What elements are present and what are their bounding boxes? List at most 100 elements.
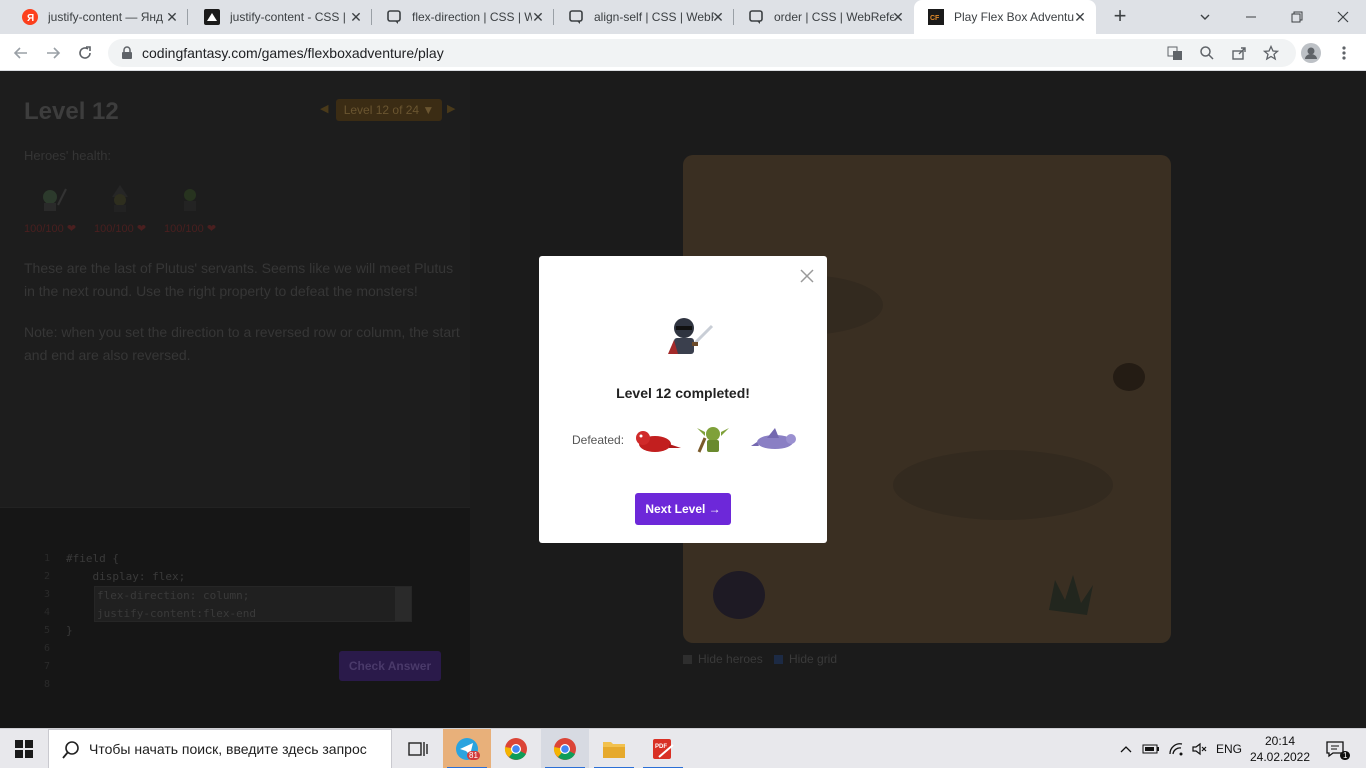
tab-flexbox-adventure[interactable]: CF Play Flex Box Adventu ✕ [914, 0, 1096, 34]
tab-strip: Я justify-content — Янд ✕ justify-conten… [0, 0, 1366, 34]
code-prefix: #field { display: flex; [66, 552, 186, 583]
minimize-icon[interactable] [1228, 0, 1274, 34]
prev-level-icon[interactable]: ◀ [320, 102, 328, 115]
hide-grid-label: Hide grid [789, 652, 838, 666]
volume-muted-icon[interactable] [1188, 729, 1210, 768]
lock-icon [122, 46, 132, 59]
new-tab-button[interactable]: + [1108, 5, 1132, 29]
search-icon [62, 741, 79, 759]
telegram-badge: 81 [467, 751, 480, 760]
reload-icon[interactable] [72, 40, 98, 66]
hide-grid-checkbox[interactable] [774, 654, 783, 664]
tab-label: justify-content — Янд [48, 10, 163, 24]
address-bar[interactable]: codingfantasy.com/games/flexboxadventure… [108, 39, 1296, 67]
close-icon[interactable]: ✕ [710, 9, 726, 25]
chrome-icon[interactable] [492, 729, 540, 768]
level-note: Note: when you set the direction to a re… [24, 324, 460, 363]
file-explorer-icon[interactable] [590, 729, 638, 768]
profile-avatar-icon[interactable] [1298, 40, 1324, 66]
tab-order[interactable]: order | CSS | WebRefe ✕ [734, 0, 914, 34]
next-level-icon[interactable]: ▶ [447, 102, 455, 115]
close-icon[interactable]: ✕ [164, 9, 180, 25]
level-select[interactable]: Level 12 of 24 ▼ [336, 99, 442, 121]
defeated-label: Defeated: [572, 433, 625, 447]
code-suffix: } [66, 624, 73, 637]
menu-kebab-icon[interactable] [1331, 40, 1357, 66]
close-icon[interactable]: ✕ [530, 9, 546, 25]
css-editor: 12 34 56 78 #field { display: flex; flex… [0, 507, 470, 728]
tab-label: order | CSS | WebRefe [774, 10, 894, 24]
next-level-button[interactable]: Next Level → [635, 493, 731, 525]
code-input[interactable]: flex-direction: column; justify-content:… [94, 586, 412, 622]
tab-label: align-self | CSS | WebR [594, 10, 714, 24]
close-icon[interactable]: ✕ [1072, 9, 1088, 25]
hero-health: 100/100 ❤ [164, 223, 217, 235]
chrome-active-icon[interactable] [541, 729, 589, 768]
windows-start-icon[interactable] [0, 729, 48, 768]
level-title: Level 12 [24, 98, 119, 125]
forward-icon[interactable] [40, 40, 66, 66]
check-answer-button[interactable]: Check Answer [339, 651, 441, 681]
level-description: These are the last of Plutus' servants. … [24, 260, 454, 299]
tab-flex-direction[interactable]: flex-direction | CSS | W ✕ [372, 0, 554, 34]
svg-text:Я: Я [27, 13, 34, 24]
level-panel: Level 12 ◀ Level 12 of 24 ▼ ▶ Heroes' he… [0, 71, 470, 507]
wifi-icon[interactable] [1165, 729, 1187, 768]
pdf-editor-icon[interactable]: PDF [639, 729, 687, 768]
hide-heroes-label: Hide heroes [698, 652, 763, 666]
notification-center-icon[interactable]: 1 [1318, 729, 1352, 768]
back-icon[interactable] [8, 40, 34, 66]
svg-text:CF: CF [930, 15, 940, 22]
close-icon[interactable]: ✕ [890, 9, 906, 25]
browser-toolbar: codingfantasy.com/games/flexboxadventure… [0, 34, 1366, 71]
window-close-icon[interactable] [1320, 0, 1366, 34]
hero-health: 100/100 ❤ [24, 223, 77, 235]
red-lizard-icon [636, 431, 681, 452]
url-text: codingfantasy.com/games/flexboxadventure… [142, 45, 444, 61]
tab-search-icon[interactable] [1182, 0, 1228, 34]
clock-time: 20:14 [1264, 734, 1296, 748]
tray-expand-icon[interactable] [1116, 729, 1136, 768]
restore-icon[interactable] [1274, 0, 1320, 34]
webref-icon [568, 9, 584, 25]
line-numbers: 12 34 56 78 [44, 553, 51, 690]
health-label: Heroes' health: [24, 148, 112, 163]
goblin-icon [697, 427, 729, 453]
clock-date: 24.02.2022 [1249, 750, 1311, 764]
task-view-icon[interactable] [394, 729, 442, 768]
yandex-icon: Я [22, 9, 38, 25]
battery-icon[interactable] [1140, 729, 1162, 768]
modal-title: Level 12 completed! [616, 385, 750, 401]
close-icon[interactable]: ✕ [348, 9, 364, 25]
hero-health: 100/100 ❤ [94, 223, 147, 235]
telegram-icon[interactable]: 81 [443, 729, 491, 768]
hero-mage-icon [112, 185, 128, 212]
webref-icon [386, 9, 402, 25]
taskbar-search[interactable]: Чтобы начать поиск, введите здесь запрос [48, 729, 392, 768]
codingfantasy-icon: CF [928, 9, 944, 25]
hero-archer-icon [184, 189, 196, 211]
zoom-icon[interactable] [1198, 44, 1216, 62]
language-indicator[interactable]: ENG [1212, 729, 1246, 768]
hide-heroes-checkbox[interactable] [683, 654, 692, 664]
code-scrollbar[interactable] [395, 587, 411, 621]
notification-badge: 1 [1340, 751, 1351, 760]
share-icon[interactable] [1230, 44, 1248, 62]
bookmark-star-icon[interactable] [1262, 44, 1280, 62]
purple-dragon-icon [751, 428, 796, 449]
search-placeholder: Чтобы начать поиск, введите здесь запрос [89, 741, 367, 757]
clock[interactable]: 20:14 24.02.2022 [1248, 733, 1312, 765]
modal-close-icon[interactable] [799, 268, 815, 284]
mdn-icon [204, 9, 220, 25]
hero-knight-icon [43, 188, 67, 211]
tab-yandex[interactable]: Я justify-content — Янд ✕ [8, 0, 188, 34]
code-input-text: flex-direction: column; justify-content:… [97, 589, 256, 620]
hide-heroes-option[interactable]: Hide heroes [683, 652, 763, 666]
knight-hero-icon [668, 318, 714, 354]
tab-mdn[interactable]: justify-content - CSS | ✕ [190, 0, 372, 34]
translate-icon[interactable] [1166, 44, 1184, 62]
hide-grid-option[interactable]: Hide grid [774, 652, 837, 666]
tab-label: justify-content - CSS | [230, 10, 346, 24]
tab-align-self[interactable]: align-self | CSS | WebR ✕ [554, 0, 734, 34]
tab-label: flex-direction | CSS | W [412, 10, 532, 24]
